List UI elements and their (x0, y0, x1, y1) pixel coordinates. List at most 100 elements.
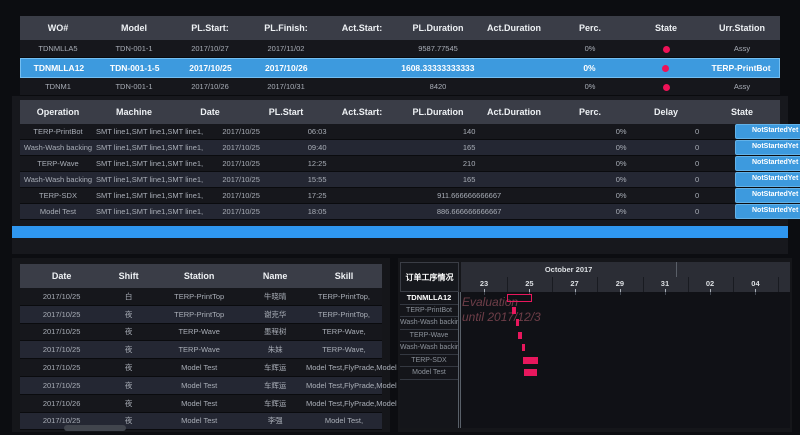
cell: Model Test,FlyPrade,Model T (306, 363, 403, 372)
cell: TERP-PrintBot (20, 127, 96, 136)
cell: TDN-001-1-5 (97, 63, 173, 73)
table-row[interactable]: 2017/10/26夜Model Test车辉运Model Test,FlyPr… (20, 395, 382, 413)
column-header: WO# (20, 23, 96, 33)
gantt-row-label[interactable]: TERP-PrintBot (400, 305, 458, 318)
cell: NotStartedYet (735, 204, 800, 219)
gantt-bar[interactable] (518, 332, 522, 339)
gantt-bar[interactable] (524, 369, 538, 376)
cell: TERP-PrintTop, (306, 292, 382, 301)
cell: 165 (431, 143, 507, 152)
gantt-bar[interactable] (507, 294, 532, 302)
column-header: Act.Duration (476, 23, 552, 33)
cell: SMT line1,SMT line1,SMT line1, (96, 127, 203, 136)
selection-bar[interactable] (12, 226, 788, 238)
table-row[interactable]: TERP-WaveSMT line1,SMT line1,SMT line1,2… (20, 156, 780, 172)
gantt-row-label[interactable]: TERP-Wave (400, 330, 458, 343)
column-header: Model (96, 23, 172, 33)
state-button[interactable]: NotStartedYet (735, 188, 800, 203)
cell: Model Test,FlyPrade,Model T (306, 399, 403, 408)
table-row[interactable]: 2017/10/25夜TERP-Wave墨程树TERP-Wave, (20, 324, 382, 342)
column-header: Station (154, 271, 245, 281)
cell: 0% (583, 207, 659, 216)
state-button[interactable]: NotStartedYet (735, 140, 800, 155)
gantt-bar[interactable] (523, 357, 537, 364)
cell: 165 (431, 175, 507, 184)
cell: NotStartedYet (735, 124, 800, 139)
cell: 0 (659, 191, 735, 200)
cell: 8420 (400, 82, 476, 91)
table-row[interactable]: Model TestSMT line1,SMT line1,SMT line1,… (20, 204, 780, 220)
table-row[interactable]: 2017/10/25夜TERP-Wave朱妹TERP-Wave, (20, 341, 382, 359)
cell: Assy (704, 82, 780, 91)
cell (627, 63, 703, 73)
cell: 0% (583, 159, 659, 168)
cell: SMT line1,SMT line1,SMT line1, (96, 159, 203, 168)
cell: TERP-PrintBot (703, 63, 779, 73)
gantt-row-label[interactable]: TDNMLLA12 (400, 292, 458, 305)
cell: Wash-Wash backing (20, 175, 96, 184)
table-row[interactable]: TDNM1TDN-001-12017/10/262017/10/3184200%… (20, 78, 780, 96)
cell: 夜 (103, 326, 154, 337)
gantt-row-label[interactable]: Wash-Wash backing (400, 317, 458, 330)
gantt-bar[interactable] (512, 307, 515, 314)
gantt-month-header: October 2017 (461, 262, 790, 278)
state-button[interactable]: NotStartedYet (735, 124, 800, 139)
cell: TERP-PrintTop (154, 310, 245, 319)
cell: SMT line1,SMT line1,SMT line1, (96, 191, 203, 200)
cell: TDN-001-1 (96, 82, 172, 91)
cell: SMT line1,SMT line1,SMT line1, (96, 143, 203, 152)
table-row[interactable]: Wash-Wash backingSMT line1,SMT line1,SMT… (20, 140, 780, 156)
table-row[interactable]: 2017/10/25夜TERP-PrintTop谢克华TERP-PrintTop… (20, 306, 382, 324)
gantt-bar[interactable] (516, 319, 519, 326)
gantt-bar[interactable] (522, 344, 525, 351)
cell: 2017/10/26 (248, 63, 324, 73)
cell: 墨程树 (244, 326, 306, 337)
cell: 0% (583, 143, 659, 152)
table-row[interactable]: TDNMLLA12TDN-001-1-52017/10/252017/10/26… (20, 58, 780, 78)
cell: 车辉运 (244, 398, 306, 409)
cell: 2017/10/25 (20, 363, 103, 372)
gantt-row-label[interactable]: Model Test (400, 367, 458, 380)
cell: 李强 (244, 415, 306, 426)
column-header: Act.Start: (324, 23, 400, 33)
cell: 夜 (103, 362, 154, 373)
horizontal-scrollbar-thumb[interactable] (64, 425, 126, 431)
cell: 2017/10/25 (203, 127, 279, 136)
table-row[interactable]: TDNMLLA5TDN-001-12017/10/272017/11/02958… (20, 40, 780, 58)
state-button[interactable]: NotStartedYet (735, 172, 800, 187)
cell: TERP-Wave (154, 345, 245, 354)
table-row[interactable]: TERP-PrintBotSMT line1,SMT line1,SMT lin… (20, 124, 780, 140)
table-row[interactable]: Wash-Wash backingSMT line1,SMT line1,SMT… (20, 172, 780, 188)
cell (628, 82, 704, 91)
column-header: State (628, 23, 704, 33)
cell: Model Test (154, 399, 245, 408)
cell: 09:40 (279, 143, 355, 152)
table-row[interactable]: TERP-SDXSMT line1,SMT line1,SMT line1,20… (20, 188, 780, 204)
cell: 1608.33333333333 (400, 63, 476, 73)
state-button[interactable]: NotStartedYet (735, 204, 800, 219)
cell: TERP-Wave (20, 159, 96, 168)
cell: 车辉运 (244, 362, 306, 373)
column-header: Act.Start: (324, 107, 400, 117)
cell: 牛晓晴 (244, 291, 306, 302)
cell: 2017/10/25 (20, 345, 103, 354)
table-row[interactable]: 2017/10/25夜Model Test车辉运Model Test,FlyPr… (20, 359, 382, 377)
gantt-row-label[interactable]: Wash-Wash backing (400, 342, 458, 355)
cell: 夜 (103, 380, 154, 391)
column-header: PL.Finish: (248, 23, 324, 33)
table-row[interactable]: 2017/10/25白TERP-PrintTop牛晓晴TERP-PrintTop… (20, 288, 382, 306)
column-header: Urr.Station (704, 23, 780, 33)
cell: 2017/10/25 (173, 63, 249, 73)
gantt-row-label[interactable]: TERP-SDX (400, 355, 458, 368)
cell: Model Test (154, 416, 245, 425)
cell: 2017/10/25 (20, 310, 103, 319)
status-dot-icon (663, 46, 670, 53)
cell: 2017/10/25 (203, 175, 279, 184)
state-button[interactable]: NotStartedYet (735, 156, 800, 171)
cell: NotStartedYet (735, 188, 800, 203)
cell: 2017/10/31 (248, 82, 324, 91)
cell: 0 (659, 143, 735, 152)
cell: 0% (583, 127, 659, 136)
table-row[interactable]: 2017/10/25夜Model Test车辉运Model Test,FlyPr… (20, 377, 382, 395)
cell: SMT line1,SMT line1,SMT line1, (96, 207, 203, 216)
